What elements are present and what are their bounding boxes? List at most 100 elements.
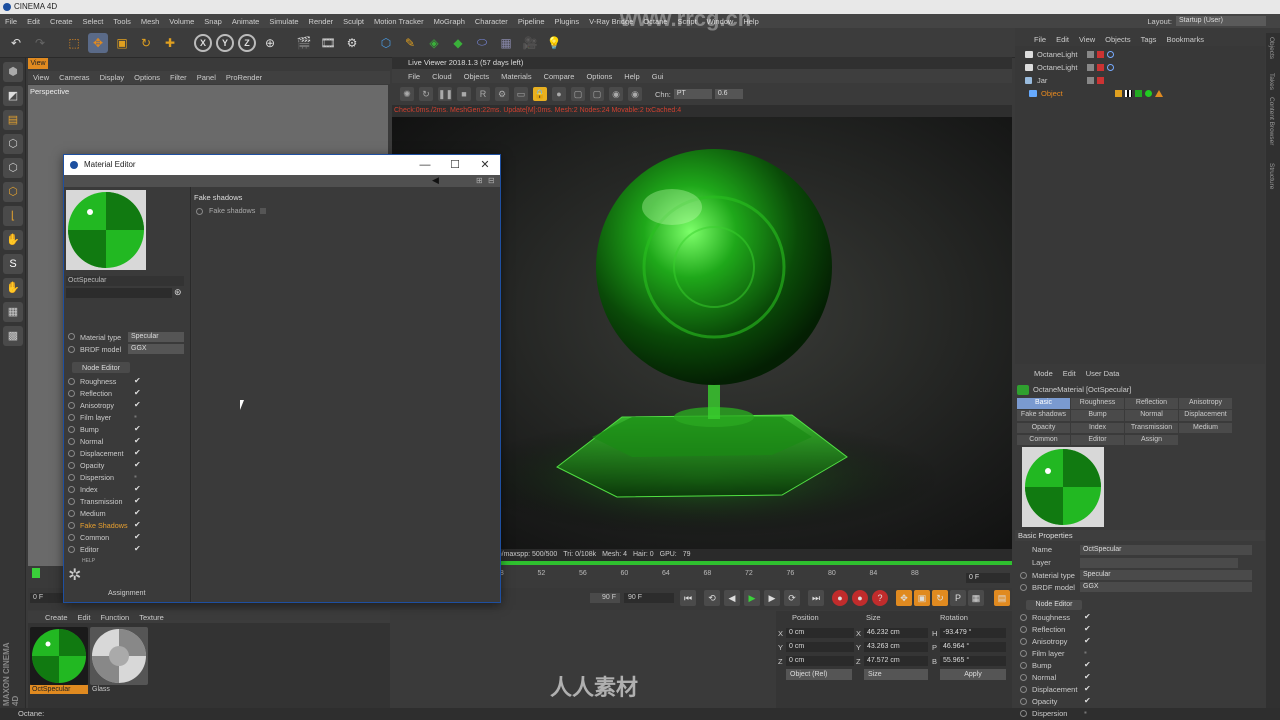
layout-dropdown[interactable]: Startup (User)	[1176, 16, 1266, 26]
attribute-tab-editor[interactable]: Editor	[1071, 434, 1124, 446]
subdivision-icon[interactable]: ◈	[424, 33, 444, 53]
channel-radio[interactable]	[1020, 662, 1027, 669]
fake-shadows-checkbox[interactable]	[260, 208, 267, 215]
channel-checkbox-checked[interactable]: ✔	[134, 424, 141, 433]
attribute-menu-user-data[interactable]: User Data	[1081, 369, 1125, 378]
object-menu-view[interactable]: View	[1074, 35, 1100, 44]
channel-radio[interactable]	[68, 378, 75, 385]
material-texture-bar[interactable]	[66, 288, 172, 298]
new-panel-icon[interactable]: ⊟	[488, 176, 495, 185]
attribute-tab-displacement[interactable]: Displacement	[1179, 410, 1232, 421]
octspecular-material-thumb[interactable]	[30, 627, 88, 685]
side-tab-structure[interactable]: Structure	[1268, 163, 1275, 189]
material-preview-thumb[interactable]	[66, 190, 146, 270]
material-menu-function[interactable]: Function	[95, 613, 134, 622]
material-menu-edit[interactable]: Edit	[73, 613, 96, 622]
minimize-icon[interactable]: —	[410, 155, 440, 175]
glass-material-label[interactable]: Glass	[90, 685, 148, 694]
coordinate-mode-dropdown[interactable]: Object (Rel)	[786, 669, 852, 680]
side-tab-content-browser[interactable]: Content Browser	[1268, 97, 1275, 145]
channel-checkbox-unchecked[interactable]: ▪	[1084, 648, 1087, 657]
object-row[interactable]: Jar	[1015, 74, 1265, 87]
camera-icon[interactable]: 🎥	[520, 33, 540, 53]
send-scene-icon[interactable]: ✺	[400, 87, 414, 101]
assignment-label[interactable]: Assignment	[108, 588, 146, 597]
cube-object-icon[interactable]: ⬡	[376, 33, 396, 53]
next-frame-icon[interactable]: ▶	[764, 590, 780, 606]
record-icon[interactable]: ●	[832, 590, 848, 606]
region-render-icon[interactable]: R	[476, 87, 490, 101]
coordinate-system-icon[interactable]: ⊕	[260, 33, 280, 53]
channel-radio[interactable]	[68, 486, 75, 493]
recent-tools-icon[interactable]: ✚	[160, 33, 180, 53]
workplane-icon[interactable]: ▤	[3, 110, 23, 130]
texture-mode-icon[interactable]: ◩	[3, 86, 23, 106]
object-menu-edit[interactable]: Edit	[1051, 35, 1074, 44]
viewport-menu-options[interactable]: Options	[129, 73, 165, 82]
axis-mode-icon[interactable]: ⌊	[3, 206, 23, 226]
brdf-dropdown[interactable]: GGX	[1080, 582, 1252, 592]
channel-radio[interactable]	[68, 474, 75, 481]
layer-icon[interactable]: ▢	[590, 87, 604, 101]
viewport-menu-cameras[interactable]: Cameras	[54, 73, 94, 82]
menu-mograph[interactable]: MoGraph	[429, 17, 470, 26]
attribute-tab-common[interactable]: Common	[1017, 434, 1070, 446]
go-to-end-icon[interactable]: ⏭	[808, 590, 824, 606]
channel-radio[interactable]	[1020, 626, 1027, 633]
save-image-icon[interactable]: ▢	[571, 87, 585, 101]
menu-simulate[interactable]: Simulate	[264, 17, 303, 26]
point-level-key-icon[interactable]: ▦	[968, 590, 984, 606]
close-icon[interactable]: ✕	[470, 155, 500, 175]
live-viewer-menu-options[interactable]: Options	[580, 72, 618, 81]
playhead[interactable]	[32, 568, 40, 578]
grid-icon[interactable]: ▦	[3, 302, 23, 322]
attribute-tab-roughness[interactable]: Roughness	[1071, 398, 1124, 409]
restart-render-icon[interactable]: ↻	[419, 87, 433, 101]
object-menu-tags[interactable]: Tags	[1136, 35, 1162, 44]
back-arrow-icon[interactable]: ◀	[432, 175, 439, 186]
menu-plugins[interactable]: Plugins	[550, 17, 585, 26]
film-region-icon[interactable]: ▭	[514, 87, 528, 101]
fake-shadows-radio[interactable]	[196, 207, 203, 215]
make-editable-icon[interactable]: ⬢	[3, 62, 23, 82]
attribute-tab-basic[interactable]: Basic	[1017, 398, 1070, 409]
attribute-tab-transmission[interactable]: Transmission	[1125, 422, 1178, 433]
attribute-tab-fake-shadows[interactable]: Fake shadows	[1017, 410, 1070, 421]
size-x-field[interactable]: 46.232 cm	[864, 628, 928, 638]
channel-checkbox-checked[interactable]: ✔	[134, 544, 141, 553]
object-menu-bookmarks[interactable]: Bookmarks	[1161, 35, 1209, 44]
material-type-dropdown[interactable]: Specular	[128, 332, 184, 342]
material-type-dropdown[interactable]: Specular	[1080, 570, 1252, 580]
name-field[interactable]: OctSpecular	[1080, 545, 1252, 555]
channel-radio[interactable]	[68, 414, 75, 421]
channel-radio[interactable]	[68, 450, 75, 457]
layer-field[interactable]	[1080, 558, 1238, 568]
maximize-icon[interactable]: ☐	[440, 155, 470, 175]
rot-p-field[interactable]: 46.964 °	[940, 642, 1006, 652]
menu-create[interactable]: Create	[45, 17, 78, 26]
channel-checkbox-unchecked[interactable]: ▪	[1084, 708, 1087, 717]
stop-icon[interactable]: ■	[457, 87, 471, 101]
z-axis-lock-button[interactable]: Z	[238, 33, 256, 52]
object-row[interactable]: OctaneLight	[1015, 61, 1265, 74]
channel-checkbox-checked[interactable]: ✔	[1084, 636, 1091, 645]
menu-character[interactable]: Character	[470, 17, 513, 26]
channel-checkbox-checked[interactable]: ✔	[134, 532, 141, 541]
polygons-mode-icon[interactable]: ⬡	[3, 182, 23, 202]
attribute-tab-bump[interactable]: Bump	[1071, 410, 1124, 421]
material-name-field[interactable]: OctSpecular	[66, 276, 184, 286]
clay-render-icon[interactable]: ●	[552, 87, 566, 101]
rotation-key-icon[interactable]: ↻	[932, 590, 948, 606]
node-editor-button[interactable]: Node Editor	[72, 362, 130, 373]
preview-end-field[interactable]: 90 F	[590, 593, 620, 603]
attribute-tab-index[interactable]: Index	[1071, 422, 1124, 433]
material-menu-create[interactable]: Create	[40, 613, 73, 622]
size-z-field[interactable]: 47.572 cm	[864, 656, 928, 666]
channel-checkbox-unchecked[interactable]: ▪	[134, 412, 137, 421]
menu-volume[interactable]: Volume	[164, 17, 199, 26]
channel-radio[interactable]	[68, 462, 75, 469]
next-key-icon[interactable]: ⟳	[784, 590, 800, 606]
channel-radio[interactable]	[1020, 686, 1027, 693]
channel-checkbox-checked[interactable]: ✔	[134, 436, 141, 445]
render-view-icon[interactable]: 🎬	[294, 33, 314, 53]
